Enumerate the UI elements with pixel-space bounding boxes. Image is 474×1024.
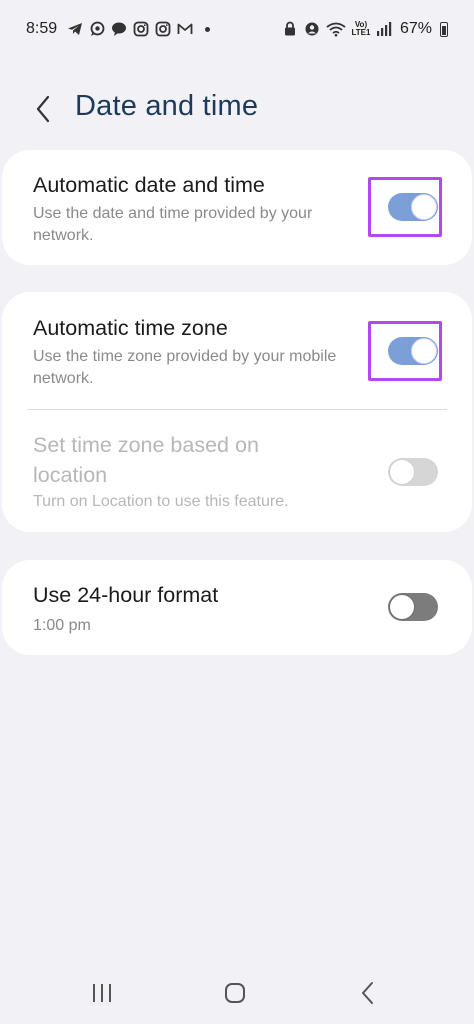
status-right: Vo) LTE1 67% [282, 20, 448, 38]
setting-title: Set time zone based on location [33, 433, 259, 487]
wifi-icon [326, 21, 346, 37]
recents-button[interactable] [82, 978, 122, 1008]
toggle-knob [411, 194, 437, 220]
location-time-zone-toggle[interactable] [388, 458, 438, 486]
status-bar: 8:59 Vo) LTE1 67% [0, 0, 474, 58]
gmail-icon [177, 21, 193, 37]
lock-icon [282, 21, 298, 37]
home-button[interactable] [215, 978, 255, 1008]
setting-title: Use 24-hour format [33, 583, 219, 607]
toggle-knob [411, 338, 437, 364]
chat-icon [111, 21, 127, 37]
battery-level: 67% [399, 20, 432, 37]
toggle-knob [389, 594, 415, 620]
profile-icon [304, 21, 320, 37]
toggle-knob [389, 459, 415, 485]
volte-icon: Vo) LTE1 [351, 20, 371, 37]
setting-subtitle: Turn on Location to use this feature. [33, 493, 289, 510]
setting-title: Automatic date and time [33, 173, 265, 197]
settings-card-date-time: Automatic date and time Use the date and… [2, 150, 472, 265]
instagram-icon [133, 21, 149, 37]
back-button[interactable] [28, 91, 58, 127]
settings-card-hour-format: Use 24-hour format 1:00 pm [2, 560, 472, 655]
status-left: 8:59 [26, 20, 211, 38]
home-icon [225, 983, 245, 1003]
setting-row-auto-date-time[interactable]: Automatic date and time Use the date and… [2, 150, 472, 265]
setting-subtitle: 1:00 pm [33, 617, 91, 634]
status-time: 8:59 [26, 20, 58, 37]
setting-row-location-time-zone[interactable]: Set time zone based on location Turn on … [2, 410, 472, 532]
nav-back-button[interactable] [348, 978, 388, 1008]
battery-icon [440, 21, 448, 37]
auto-date-time-toggle[interactable] [388, 193, 438, 221]
setting-row-auto-time-zone[interactable]: Automatic time zone Use the time zone pr… [2, 292, 472, 407]
setting-subtitle: Use the time zone provided by your mobil… [33, 348, 337, 387]
recents-icon [93, 984, 111, 1002]
header: Date and time [0, 85, 474, 133]
whatsapp-icon [89, 21, 105, 37]
page-title: Date and time [75, 90, 259, 122]
notification-dot [205, 26, 211, 32]
auto-time-zone-toggle[interactable] [388, 337, 438, 365]
navigation-bar [0, 960, 474, 1024]
settings-card-time-zone: Automatic time zone Use the time zone pr… [2, 292, 472, 532]
instagram-icon [155, 21, 171, 37]
chevron-left-icon [36, 95, 50, 123]
24-hour-format-toggle[interactable] [388, 593, 438, 621]
setting-row-24-hour-format[interactable]: Use 24-hour format 1:00 pm [2, 560, 472, 655]
telegram-icon [67, 21, 83, 37]
back-icon [362, 982, 373, 1004]
setting-subtitle: Use the date and time provided by your n… [33, 205, 313, 244]
signal-icon [376, 21, 392, 37]
setting-title: Automatic time zone [33, 316, 228, 340]
